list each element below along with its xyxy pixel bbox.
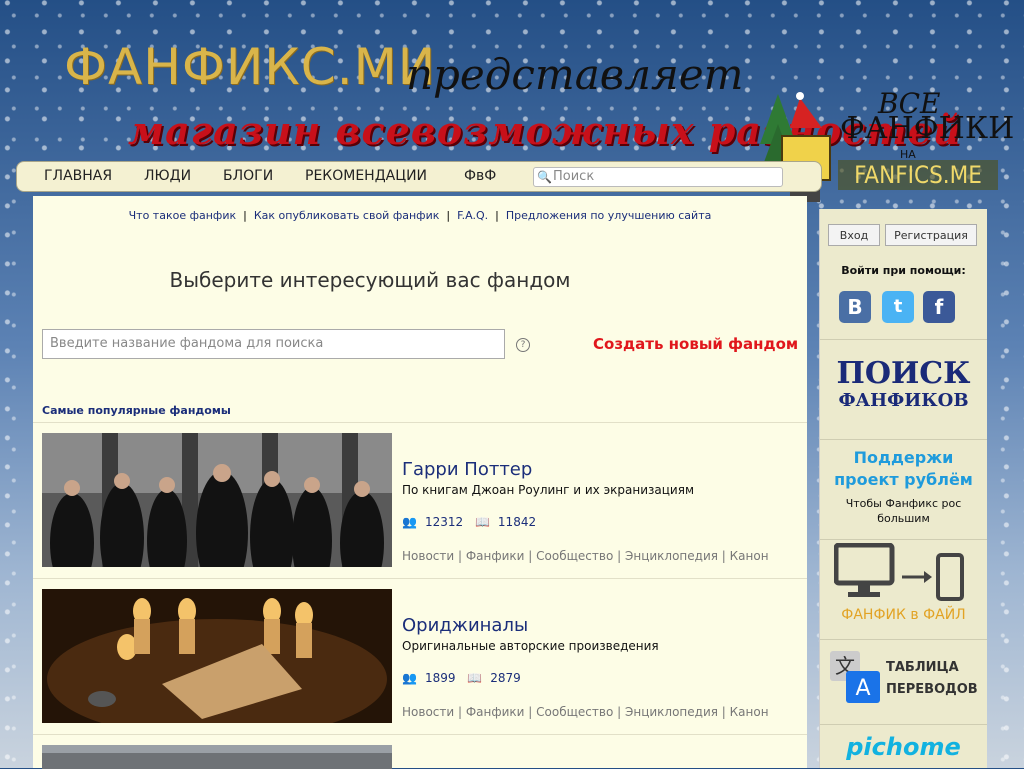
fandom-link-community[interactable]: Сообщество [536, 705, 613, 719]
link-what-is-fanfic[interactable]: Что такое фанфик [129, 209, 237, 222]
support-sub2: большим [877, 512, 930, 525]
svg-text:A: A [855, 676, 870, 701]
link-suggestions[interactable]: Предложения по улучшению сайта [506, 209, 712, 222]
table-line1: ТАБЛИЦА [886, 660, 959, 675]
translate-icon: 文 A [830, 651, 880, 703]
fandom-row: Ориджиналы Оригинальные авторские произв… [33, 578, 807, 734]
search-icon: 🔍 [537, 170, 552, 184]
poisk-line1: ПОИСК [836, 356, 971, 391]
fandom-stats: 👥 1899 📖 2879 [402, 671, 529, 685]
nav-recommendations[interactable]: РЕКОМЕНДАЦИИ [305, 168, 427, 184]
fandom-link-news[interactable]: Новости [402, 705, 454, 719]
people-icon: 👥 [402, 515, 417, 529]
fanfic-search-promo-text[interactable]: ПОИСК ФАНФИКОВ [820, 357, 987, 411]
book-icon: 📖 [474, 515, 490, 529]
monitor-to-phone-icon [834, 543, 964, 601]
fandom-thumbnail[interactable] [42, 433, 392, 567]
login-via-label: Войти при помощи: [841, 264, 966, 277]
promo-line4: FANFICS.ME [838, 160, 998, 190]
fandom-link-fics[interactable]: Фанфики [466, 549, 525, 563]
fandom-links: Новости | Фанфики | Сообщество | Энцикло… [402, 705, 769, 719]
fics-count[interactable]: 2879 [490, 671, 521, 685]
login-button[interactable]: Вход [828, 224, 880, 246]
create-fandom-link[interactable]: Создать новый фандом [593, 335, 798, 353]
people-count[interactable]: 1899 [425, 671, 456, 685]
info-links: Что такое фанфик | Как опубликовать свой ф… [128, 209, 712, 222]
popular-fandoms-heading: Самые популярные фандомы [42, 404, 231, 417]
support-line2: проект рублём [834, 470, 973, 489]
fandom-link-encyclopedia[interactable]: Энциклопедия [625, 549, 718, 563]
people-count[interactable]: 12312 [425, 515, 463, 529]
link-faq[interactable]: F.A.Q. [457, 209, 488, 222]
search-placeholder: Поиск [553, 169, 595, 184]
link-how-to-publish[interactable]: Как опубликовать свой фанфик [254, 209, 440, 222]
site-search-input[interactable]: 🔍 Поиск [533, 167, 783, 187]
vk-icon[interactable]: В [839, 291, 871, 323]
fandom-stats: 👥 12312 📖 11842 [402, 515, 544, 529]
nav-fvf[interactable]: ФвФ [464, 168, 496, 184]
main-content: Что такое фанфик | Как опубликовать свой ф… [33, 196, 807, 769]
fandom-thumbnail[interactable] [42, 745, 392, 769]
support-title[interactable]: Поддержи проект рублём [820, 447, 987, 491]
register-button[interactable]: Регистрация [885, 224, 977, 246]
fandom-row: Гарри Поттер По книгам Джоан Роулинг и и… [33, 422, 807, 578]
fandom-link-encyclopedia[interactable]: Энциклопедия [625, 705, 718, 719]
fandom-links: Новости | Фанфики | Сообщество | Энцикло… [402, 549, 769, 563]
support-line1: Поддержи [853, 448, 954, 467]
support-sub1: Чтобы Фанфикс рос [845, 497, 962, 510]
fics-count[interactable]: 11842 [498, 515, 536, 529]
main-nav: ГЛАВНАЯ ЛЮДИ БЛОГИ РЕКОМЕНДАЦИИ ФвФ 🔍 По… [16, 161, 822, 192]
fandom-link-news[interactable]: Новости [402, 549, 454, 563]
fandom-link-fics[interactable]: Фанфики [466, 705, 525, 719]
support-subtitle: Чтобы Фанфикс рос большим [820, 496, 987, 526]
nav-home[interactable]: ГЛАВНАЯ [44, 168, 112, 184]
table-line2: ПЕРЕВОДОВ [886, 682, 978, 697]
fandom-row [33, 734, 807, 769]
pichome-logo[interactable]: pichome [820, 733, 987, 761]
fandom-title[interactable]: Гарри Поттер [402, 459, 532, 480]
help-icon[interactable]: ? [516, 338, 530, 352]
fandom-link-community[interactable]: Сообщество [536, 549, 613, 563]
fandom-title[interactable]: Ориджиналы [402, 615, 528, 636]
translation-table-label[interactable]: ТАБЛИЦА ПЕРЕВОДОВ [886, 657, 978, 701]
people-icon: 👥 [402, 671, 417, 685]
nav-people[interactable]: ЛЮДИ [144, 168, 191, 184]
fanfic-to-file-label[interactable]: ФАНФИК в ФАЙЛ [820, 607, 987, 623]
fandom-description: По книгам Джоан Роулинг и их экранизация… [402, 483, 695, 497]
facebook-icon[interactable]: f [923, 291, 955, 323]
book-icon: 📖 [467, 671, 483, 685]
poisk-line2: ФАНФИКОВ [838, 390, 969, 411]
site-logo[interactable]: ФАНФИКС.МИ [64, 38, 436, 96]
fandom-link-canon[interactable]: Канон [730, 549, 769, 563]
twitter-icon[interactable]: t [882, 291, 914, 323]
fandom-link-canon[interactable]: Канон [730, 705, 769, 719]
page-title: Выберите интересующий вас фандом [169, 268, 571, 292]
brand-subtitle: представляет [406, 50, 744, 99]
fandom-description: Оригинальные авторские произведения [402, 639, 659, 653]
nav-blogs[interactable]: БЛОГИ [223, 168, 273, 184]
fandom-thumbnail[interactable] [42, 589, 392, 723]
promo-line2: ФАНФИКИ [840, 111, 1015, 146]
right-sidebar: Вход Регистрация Войти при помощи: В t f… [819, 209, 987, 768]
fandom-search-input[interactable]: Введите название фандома для поиска [42, 329, 505, 359]
